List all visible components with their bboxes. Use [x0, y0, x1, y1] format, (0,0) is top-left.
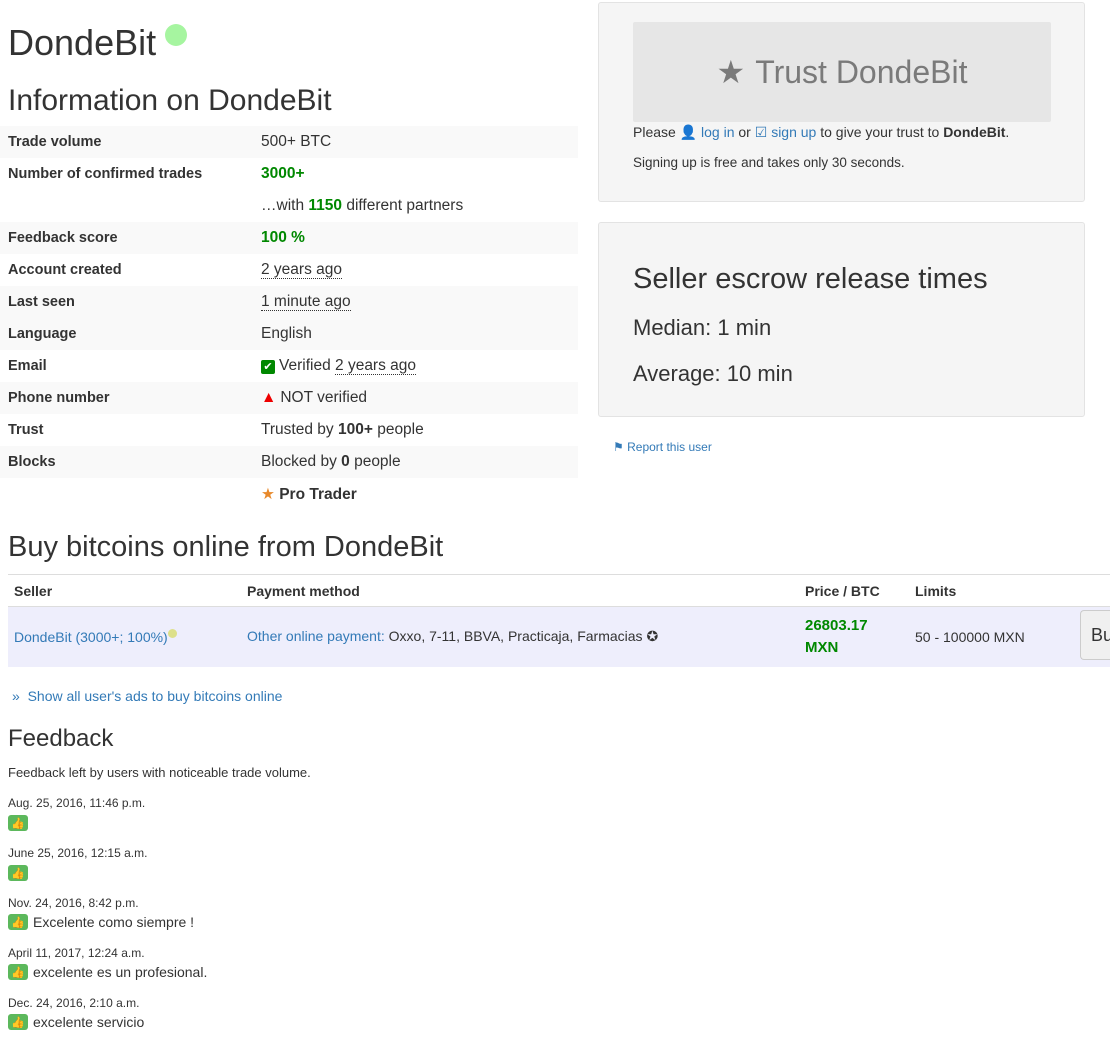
status-dot	[167, 628, 177, 638]
thumbs-up-icon: 👍	[8, 865, 28, 881]
info-row: Phone number ▲ NOT verified	[0, 382, 578, 414]
ad-row: DondeBit (3000+; 100%) Other online paym…	[8, 606, 1110, 667]
pro-trader-badge: Pro Trader	[279, 485, 357, 503]
limits: 50 - 100000 MXN	[909, 606, 1080, 667]
feedback-item: 👍 excelente es un profesional.	[8, 964, 207, 980]
info-row: Trust Trusted by 100+ people	[8, 421, 424, 438]
info-row: ★ Pro Trader	[0, 478, 578, 510]
report-user-link[interactable]: ⚑ Report this user	[613, 440, 712, 454]
login-link[interactable]: 👤 log in	[680, 124, 735, 140]
trust-panel: ★ Trust DondeBit Please 👤 log in or ☑ sig…	[598, 2, 1085, 202]
feedback-date: April 11, 2017, 12:24 a.m.	[8, 946, 145, 960]
info-row: Trade volume 500+ BTC	[0, 126, 578, 158]
escrow-panel: Seller escrow release times Median: 1 mi…	[598, 222, 1085, 417]
info-row: Last seen 1 minute ago	[0, 286, 578, 318]
star-icon: ★	[261, 485, 275, 503]
signup-note: Signing up is free and takes only 30 sec…	[633, 155, 905, 170]
feedback-item: 👍 Excelente como siempre !	[8, 914, 194, 930]
feedback-date: Nov. 24, 2016, 8:42 p.m.	[8, 896, 139, 910]
feedback-date: June 25, 2016, 12:15 a.m.	[8, 846, 148, 860]
show-all-ads-link[interactable]: » Show all user's ads to buy bitcoins on…	[12, 688, 282, 704]
info-row: Number of confirmed trades 3000+	[8, 165, 305, 182]
payment-method-link[interactable]: Other online payment:	[247, 628, 385, 644]
escrow-median: Median: 1 min	[633, 315, 772, 340]
ads-title: Buy bitcoins online from DondeBit	[8, 531, 444, 563]
trust-login-text: Please 👤 log in or ☑ sign up to give you…	[633, 124, 1010, 140]
signup-link[interactable]: ☑ sign up	[755, 124, 817, 140]
escrow-title: Seller escrow release times	[633, 263, 988, 295]
info-row: …with 1150 different partners	[261, 197, 464, 214]
info-icon: ✪	[646, 628, 659, 645]
warning-icon: ▲	[261, 389, 277, 406]
thumbs-up-icon: 👍	[8, 815, 28, 831]
info-table: Trade volume 500+ BTC Number of confirmed…	[0, 126, 578, 510]
info-title: Information on DondeBit	[8, 84, 332, 117]
thumbs-up-icon: 👍	[8, 964, 28, 980]
info-row: Feedback score 100 %	[0, 222, 578, 254]
buy-button[interactable]: Buy	[1080, 610, 1110, 661]
profile-name: DondeBit	[8, 22, 157, 63]
info-row: Language English	[0, 318, 578, 350]
feedback-item: 👍	[8, 815, 33, 831]
info-row: Email ✔ Verified 2 years ago	[8, 357, 417, 375]
trust-button[interactable]: ★ Trust DondeBit	[633, 22, 1051, 122]
feedback-date: Dec. 24, 2016, 2:10 a.m.	[8, 996, 140, 1010]
flag-icon: ⚑	[613, 440, 624, 454]
feedback-item: 👍 excelente servicio	[8, 1014, 144, 1030]
feedback-date: Aug. 25, 2016, 11:46 p.m.	[8, 796, 146, 810]
thumbs-up-icon: 👍	[8, 914, 28, 930]
price: 26803.17	[805, 616, 868, 634]
info-row: Account created 2 years ago	[8, 261, 342, 279]
info-row: Blocks Blocked by 0 people	[0, 446, 578, 478]
feedback-item: 👍	[8, 865, 33, 881]
feedback-title: Feedback	[8, 725, 114, 752]
feedback-subtitle: Feedback left by users with noticeable t…	[8, 765, 311, 780]
star-icon: ★	[716, 54, 746, 90]
check-icon: ✔	[261, 360, 275, 374]
thumbs-up-icon: 👍	[8, 1014, 28, 1030]
online-status-indicator	[165, 24, 187, 46]
escrow-average: Average: 10 min	[633, 361, 793, 386]
ads-table: Seller Payment method Price / BTC Limits Do…	[8, 574, 1110, 667]
seller-link[interactable]: DondeBit (3000+; 100%)	[14, 629, 168, 645]
